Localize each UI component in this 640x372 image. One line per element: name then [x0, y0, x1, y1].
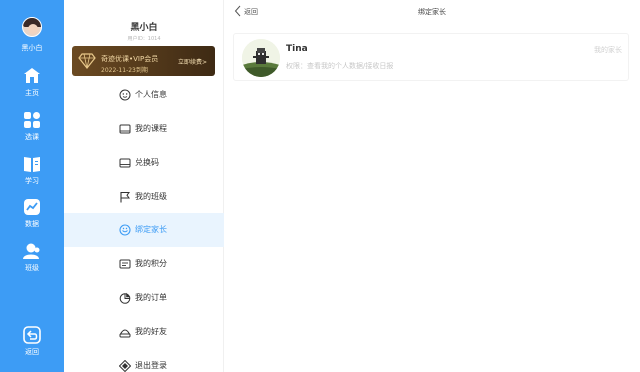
- parent-name: Tina: [286, 44, 308, 54]
- parent-avatar: [242, 39, 280, 77]
- course-icon: [119, 124, 131, 134]
- home-icon: [24, 68, 40, 83]
- rail-item-home[interactable]: 主页: [0, 66, 64, 98]
- rail-user-name[interactable]: 黑小白: [0, 41, 64, 53]
- parent-card[interactable]: Tina 权限：查看我的个人数据/接收日报 我的家长: [233, 33, 629, 81]
- rail-item-study[interactable]: 学习: [0, 154, 64, 186]
- menu-item-logout[interactable]: 退出登录: [64, 349, 224, 372]
- flag-icon: [120, 192, 130, 203]
- parent-role-label: 我的家长: [594, 46, 622, 54]
- rail-item-courses[interactable]: 选课: [0, 110, 64, 142]
- user-circle-icon: [119, 89, 131, 101]
- diamond-icon: [78, 53, 96, 69]
- rail-item-data[interactable]: 数据: [0, 197, 64, 229]
- friends-icon: [119, 329, 131, 338]
- user-avatar[interactable]: [22, 17, 42, 37]
- vip-expire-date: 2022-11-23到期: [101, 67, 148, 74]
- nav-rail: 黑小白 主页 选课 学习 数据 班级 返回: [0, 0, 64, 372]
- top-bar: 返回 绑定家长: [224, 0, 640, 22]
- bind-parent-icon: [119, 224, 131, 236]
- vip-title: 奇迹优课•VIP会员: [101, 55, 159, 63]
- rail-item-class[interactable]: 班级: [0, 241, 64, 273]
- menu-item-personal-info[interactable]: 个人信息: [64, 78, 224, 112]
- parent-permission: 权限：查看我的个人数据/接收日报: [286, 62, 394, 70]
- people-icon: [23, 243, 40, 259]
- menu-item-my-orders[interactable]: 我的订单: [64, 281, 224, 315]
- rail-item-back[interactable]: 返回: [0, 325, 64, 357]
- points-icon: [119, 259, 131, 269]
- profile-user-id: 用户ID：1014: [127, 36, 161, 42]
- vip-renew-link[interactable]: 立即续费>: [178, 57, 207, 66]
- parent-avatar-image: [242, 39, 280, 77]
- vip-banner[interactable]: 奇迹优课•VIP会员 2022-11-23到期 立即续费>: [72, 46, 215, 76]
- menu-item-my-friends[interactable]: 我的好友: [64, 315, 224, 349]
- profile-name: 黑小白: [130, 23, 158, 33]
- chart-icon: [24, 199, 40, 215]
- grid-icon: [24, 112, 40, 128]
- menu-item-my-courses[interactable]: 我的课程: [64, 112, 224, 146]
- redeem-icon: [119, 158, 131, 168]
- book-icon: [24, 157, 40, 172]
- page-title: 绑定家长: [418, 8, 446, 16]
- back-icon: [23, 326, 41, 344]
- menu-item-my-points[interactable]: 我的积分: [64, 247, 224, 281]
- profile-panel: 黑小白 用户ID：1014 奇迹优课•VIP会员 2022-11-23到期 立即…: [64, 0, 224, 372]
- menu-item-my-class[interactable]: 我的班级: [64, 180, 224, 214]
- order-icon: [119, 292, 131, 304]
- menu-item-bind-parent[interactable]: 绑定家长: [64, 213, 224, 247]
- logout-icon: [119, 360, 131, 372]
- menu-item-redeem-code[interactable]: 兑换码: [64, 146, 224, 180]
